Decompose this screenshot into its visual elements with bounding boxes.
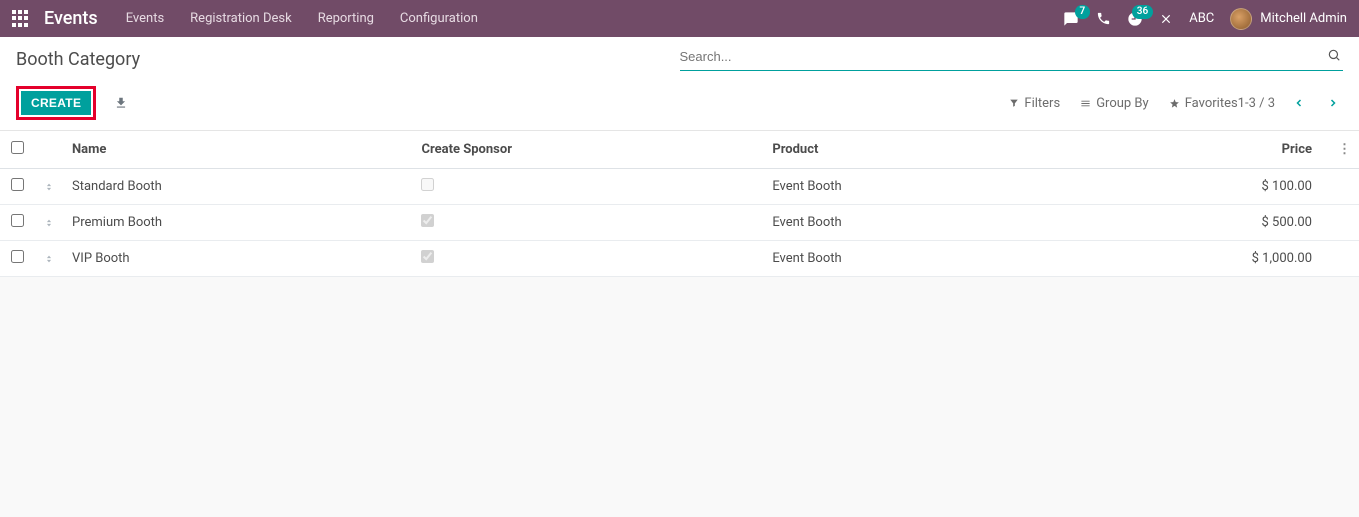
search-input[interactable] (680, 45, 1344, 71)
col-options-icon[interactable]: ⋮ (1330, 131, 1359, 169)
nav-reporting[interactable]: Reporting (318, 11, 374, 26)
cell-spacer (1330, 205, 1359, 241)
cell-product: Event Booth (764, 169, 1045, 205)
activities-icon[interactable]: 36 (1127, 11, 1143, 27)
cell-name: Standard Booth (64, 169, 413, 205)
cell-price: $ 1,000.00 (1045, 241, 1330, 277)
col-create-sponsor[interactable]: Create Sponsor (413, 131, 764, 169)
col-product[interactable]: Product (764, 131, 1045, 169)
cell-product: Event Booth (764, 241, 1045, 277)
groupby-label: Group By (1096, 96, 1149, 111)
sponsor-checkbox (421, 178, 434, 191)
groupby-button[interactable]: Group By (1080, 96, 1149, 111)
control-panel: Booth Category CREATE Filters Group By (0, 37, 1359, 131)
cell-spacer (1330, 169, 1359, 205)
cell-name: VIP Booth (64, 241, 413, 277)
search-wrap (680, 45, 1344, 71)
col-name[interactable]: Name (64, 131, 413, 169)
cell-create-sponsor (413, 241, 764, 277)
filters-button[interactable]: Filters (1009, 96, 1060, 111)
select-all-checkbox[interactable] (11, 141, 24, 154)
topbar-right: 7 36 ABC Mitchell Admin (1062, 8, 1347, 30)
cell-name: Premium Booth (64, 205, 413, 241)
pager-prev-icon[interactable] (1289, 94, 1309, 113)
nav-events[interactable]: Events (126, 11, 164, 26)
main-nav: Events Registration Desk Reporting Confi… (126, 11, 1063, 26)
drag-handle-icon[interactable] (34, 205, 64, 241)
cell-price: $ 100.00 (1045, 169, 1330, 205)
drag-handle-icon[interactable] (34, 169, 64, 205)
row-checkbox[interactable] (11, 250, 24, 263)
sponsor-checkbox (421, 214, 434, 227)
row-checkbox[interactable] (11, 178, 24, 191)
avatar (1230, 8, 1252, 30)
page-title: Booth Category (16, 45, 680, 80)
cell-price: $ 500.00 (1045, 205, 1330, 241)
row-checkbox[interactable] (11, 214, 24, 227)
filters-label: Filters (1024, 96, 1060, 111)
col-price[interactable]: Price (1045, 131, 1330, 169)
table-row[interactable]: VIP Booth Event Booth$ 1,000.00 (0, 241, 1359, 277)
nav-configuration[interactable]: Configuration (400, 11, 478, 26)
close-icon[interactable] (1159, 12, 1173, 26)
company-switcher[interactable]: ABC (1189, 11, 1214, 26)
table-row[interactable]: Standard Booth Event Booth$ 100.00 (0, 169, 1359, 205)
create-button[interactable]: CREATE (21, 91, 91, 115)
table-row[interactable]: Premium Booth Event Booth$ 500.00 (0, 205, 1359, 241)
phone-icon[interactable] (1096, 11, 1111, 26)
cell-product: Event Booth (764, 205, 1045, 241)
cell-create-sponsor (413, 205, 764, 241)
create-highlight: CREATE (16, 86, 96, 120)
messaging-icon[interactable]: 7 (1062, 11, 1080, 27)
topbar: Events Events Registration Desk Reportin… (0, 0, 1359, 37)
user-name: Mitchell Admin (1260, 11, 1347, 26)
activities-badge: 36 (1132, 5, 1153, 19)
cell-spacer (1330, 241, 1359, 277)
pager-text[interactable]: 1-3 / 3 (1238, 96, 1275, 111)
messaging-badge: 7 (1075, 5, 1091, 19)
list-view: Name Create Sponsor Product Price ⋮ Stan… (0, 131, 1359, 277)
sponsor-checkbox (421, 250, 434, 263)
search-icon[interactable] (1327, 47, 1341, 62)
nav-registration-desk[interactable]: Registration Desk (190, 11, 292, 26)
drag-handle-icon[interactable] (34, 241, 64, 277)
export-icon[interactable] (114, 95, 128, 111)
user-menu[interactable]: Mitchell Admin (1230, 8, 1347, 30)
cell-create-sponsor (413, 169, 764, 205)
apps-icon[interactable] (12, 10, 30, 28)
pager-next-icon[interactable] (1323, 94, 1343, 113)
handle-header (34, 131, 64, 169)
favorites-button[interactable]: Favorites (1169, 96, 1238, 111)
app-brand[interactable]: Events (44, 8, 98, 29)
favorites-label: Favorites (1185, 96, 1238, 111)
